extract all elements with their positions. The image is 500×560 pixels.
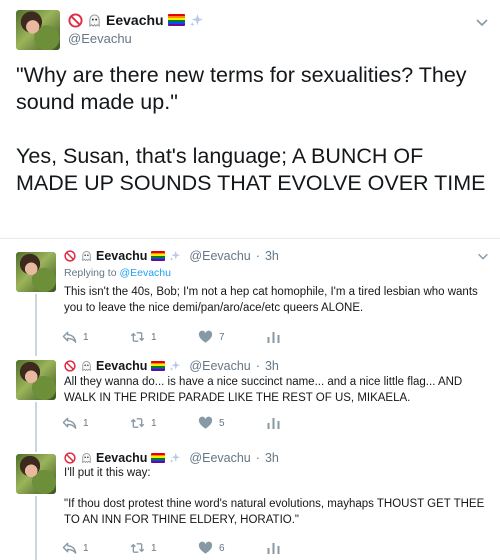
reply-icon	[62, 331, 77, 343]
reply-header: Eevachu @Eevachu · 3h	[64, 358, 279, 374]
thread-line	[35, 294, 37, 348]
reply-button[interactable]: 1	[62, 541, 130, 555]
avatar[interactable]	[16, 252, 56, 292]
retweet-icon	[130, 332, 145, 342]
reply-header: Eevachu @Eevachu · 3h	[64, 450, 279, 466]
action-bar: 1 1 7	[62, 329, 286, 345]
reply-button[interactable]: 1	[62, 330, 130, 344]
reply-icon	[62, 542, 77, 554]
retweet-count: 1	[151, 417, 157, 429]
heart-icon	[198, 541, 213, 554]
main-tweet: Eevachu @Eevachu "Why are there new term…	[0, 0, 500, 240]
tweet-text: "Why are there new terms for sexualities…	[16, 63, 486, 195]
rainbow-flag-icon	[151, 251, 166, 261]
sparkles-icon	[169, 250, 181, 262]
ghost-icon	[80, 250, 92, 262]
display-name[interactable]: Eevachu	[96, 249, 147, 263]
retweet-button[interactable]: 1	[130, 416, 198, 430]
ghost-icon	[87, 13, 102, 28]
like-button[interactable]: 6	[198, 541, 266, 555]
handle[interactable]: @Eevachu	[68, 31, 132, 46]
rainbow-flag-icon	[167, 14, 185, 26]
thread-line	[35, 496, 37, 560]
tweet-text: I'll put it this way: "If thou dost prot…	[64, 467, 485, 526]
tweet-text: All they wanna do... is have a nice succ…	[64, 376, 466, 404]
reply-tweet-3[interactable]: Eevachu @Eevachu · 3h I'll put it this w…	[0, 444, 500, 560]
main-author-row: Eevachu	[68, 10, 204, 30]
chevron-down-icon[interactable]	[476, 249, 490, 263]
retweet-icon	[130, 543, 145, 553]
action-bar: 1 1 5	[62, 415, 286, 431]
reply-count: 1	[83, 331, 89, 343]
analytics-icon	[267, 332, 280, 343]
no-entry-icon	[64, 250, 76, 262]
handle[interactable]: @Eevachu	[189, 249, 250, 263]
chevron-down-icon[interactable]	[474, 14, 490, 30]
analytics-icon	[267, 543, 280, 554]
analytics-icon	[267, 418, 280, 429]
display-name[interactable]: Eevachu	[96, 359, 147, 373]
retweet-icon	[130, 418, 145, 428]
rainbow-flag-icon	[151, 453, 166, 463]
sparkles-icon	[169, 360, 181, 372]
separator: ·	[255, 359, 260, 373]
avatar[interactable]	[16, 10, 60, 50]
like-button[interactable]: 7	[198, 330, 266, 344]
like-count: 6	[219, 542, 225, 554]
reply-tweet-1[interactable]: Eevachu @Eevachu · 3h Replying to @Eevac…	[0, 240, 500, 348]
timestamp[interactable]: 3h	[265, 249, 279, 263]
analytics-button[interactable]	[266, 416, 286, 430]
no-entry-icon	[68, 12, 83, 28]
timestamp[interactable]: 3h	[265, 359, 279, 373]
thread-line	[35, 402, 37, 444]
analytics-button[interactable]	[266, 541, 286, 555]
replying-to: Replying to @Eevachu	[64, 267, 171, 279]
reply-icon	[62, 417, 77, 429]
no-entry-icon	[64, 452, 76, 464]
divider	[0, 238, 500, 239]
rainbow-flag-icon	[151, 361, 166, 371]
ghost-icon	[80, 452, 92, 464]
reply-tweet-2[interactable]: Eevachu @Eevachu · 3h All they wanna do.…	[0, 348, 500, 444]
thread-line	[35, 348, 37, 356]
retweet-button[interactable]: 1	[130, 330, 198, 344]
tweet-text: This isn't the 40s, Bob; I'm not a hep c…	[64, 286, 481, 314]
separator: ·	[255, 451, 260, 465]
handle[interactable]: @Eevachu	[189, 451, 250, 465]
display-name[interactable]: Eevachu	[106, 12, 164, 28]
like-count: 7	[219, 331, 225, 343]
like-button[interactable]: 5	[198, 416, 266, 430]
reply-header: Eevachu @Eevachu · 3h	[64, 248, 279, 264]
timestamp[interactable]: 3h	[265, 451, 279, 465]
replying-handle-link[interactable]: @Eevachu	[119, 267, 171, 279]
display-name[interactable]: Eevachu	[96, 451, 147, 465]
avatar[interactable]	[16, 360, 56, 400]
sparkles-icon	[169, 452, 181, 464]
heart-icon	[198, 416, 213, 429]
replying-prefix: Replying to	[64, 267, 117, 279]
retweet-count: 1	[151, 331, 157, 343]
heart-icon	[198, 330, 213, 343]
ghost-icon	[80, 360, 92, 372]
retweet-button[interactable]: 1	[130, 541, 198, 555]
analytics-button[interactable]	[266, 330, 286, 344]
separator: ·	[255, 249, 260, 263]
avatar[interactable]	[16, 454, 56, 494]
retweet-count: 1	[151, 542, 157, 554]
no-entry-icon	[64, 360, 76, 372]
sparkles-icon	[189, 13, 204, 28]
reply-count: 1	[83, 417, 89, 429]
like-count: 5	[219, 417, 225, 429]
handle[interactable]: @Eevachu	[189, 359, 250, 373]
action-bar: 1 1 6	[62, 540, 286, 556]
thread-line	[35, 444, 37, 452]
reply-count: 1	[83, 542, 89, 554]
reply-button[interactable]: 1	[62, 416, 130, 430]
